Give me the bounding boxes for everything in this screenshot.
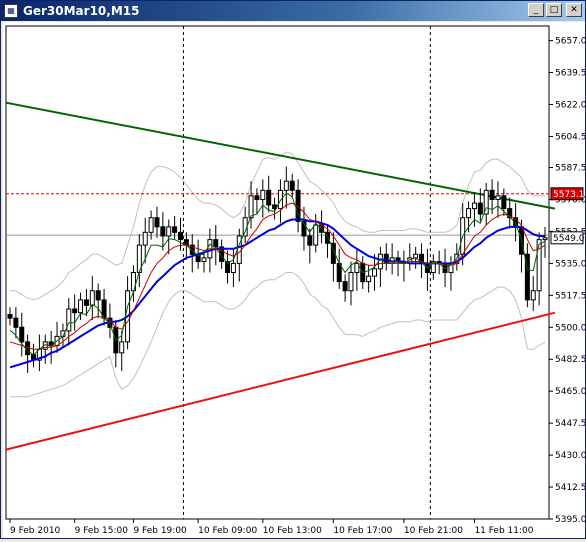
y-tick-label: 5465.0: [555, 387, 585, 397]
y-tick-label: 5500.0: [555, 323, 585, 333]
candle-body: [260, 189, 266, 200]
candle-body: [530, 290, 536, 301]
candle-body: [172, 226, 178, 233]
y-tick-label: 5482.5: [555, 355, 585, 365]
chart-app-icon[interactable]: ▦: [4, 4, 18, 18]
candle-body: [72, 308, 78, 314]
y-tick-label: 5535.0: [555, 259, 585, 269]
x-tick-label: 10 Feb 13:00: [263, 526, 322, 536]
y-tick-label: 5412.5: [555, 483, 585, 493]
candle-body: [7, 313, 13, 319]
candle-body: [160, 226, 166, 237]
y-tick-label: 5430.0: [555, 451, 585, 461]
window-title: Ger30Mar10,M15: [23, 4, 140, 18]
y-tick-label: 5587.5: [555, 164, 585, 174]
y-tick-label: 5517.5: [555, 291, 585, 301]
candle-body: [177, 231, 183, 241]
minimize-button[interactable]: _: [528, 3, 544, 17]
candle-body: [95, 290, 101, 301]
candle-body: [89, 290, 95, 306]
candle-body: [201, 257, 207, 263]
candle-body: [248, 195, 254, 219]
x-tick-label: 10 Feb 21:00: [404, 526, 463, 536]
price-label-0: 5573.1: [553, 190, 585, 200]
y-tick-label: 5657.0: [555, 37, 585, 47]
candle-body: [148, 217, 154, 233]
candle-body: [536, 239, 542, 292]
candle-body: [471, 202, 477, 210]
candle-body: [348, 272, 354, 292]
candle-body: [213, 239, 219, 248]
candle-body: [13, 317, 19, 328]
title-bar[interactable]: ▦ Ger30Mar10,M15 _ □ ✕: [1, 1, 585, 21]
candle-body: [313, 224, 319, 246]
chart-area[interactable]: 5657.05639.55622.05604.55587.55570.05552…: [3, 22, 586, 538]
chart-window: ▦ Ger30Mar10,M15 _ □ ✕ 5657.0 5639.5 5622.…: [0, 0, 586, 539]
y-tick-label: 5622.0: [555, 101, 585, 111]
candle-body: [154, 217, 160, 228]
candle-body: [254, 195, 260, 200]
candle-body: [501, 195, 507, 210]
x-tick-label: 10 Feb 17:00: [333, 526, 392, 536]
candle-body: [283, 180, 289, 191]
candle-body: [142, 231, 148, 246]
candle-body: [230, 262, 236, 274]
x-tick-label: 10 Feb 09:00: [198, 526, 257, 536]
candle-body: [19, 326, 25, 343]
x-tick-label: 9 Feb 15:00: [75, 526, 129, 536]
y-tick-label: 5639.5: [555, 69, 585, 79]
price-chart[interactable]: 5657.05639.55622.05604.55587.55570.05552…: [3, 22, 586, 538]
candle-body: [266, 189, 272, 206]
candle-body: [342, 281, 348, 292]
candle-body: [66, 308, 72, 332]
candle-body: [366, 275, 372, 283]
y-tick-label: 5447.5: [555, 419, 585, 429]
price-label-1: 5549.0: [553, 234, 585, 244]
candle-body: [78, 299, 84, 314]
candle-body: [542, 237, 548, 241]
candle-body: [119, 341, 125, 354]
candle-body: [83, 299, 89, 306]
plot-frame: [5, 25, 550, 520]
candle-body: [477, 202, 483, 215]
candle-body: [307, 235, 313, 246]
candle-body: [466, 208, 472, 219]
y-tick-label: 5604.5: [555, 132, 585, 142]
candle-body: [413, 253, 419, 259]
candle-body: [277, 189, 283, 210]
candle-body: [166, 226, 172, 237]
candle-body: [289, 180, 295, 191]
candle-body: [495, 195, 501, 200]
candle-body: [372, 268, 378, 277]
x-tick-label: 9 Feb 19:00: [133, 526, 187, 536]
y-tick-label: 5395.0: [555, 515, 585, 525]
x-tick-label: 9 Feb 2010: [10, 526, 61, 536]
maximize-button[interactable]: □: [546, 3, 562, 17]
x-tick-label: 11 Feb 11:00: [474, 526, 533, 536]
close-button[interactable]: ✕: [566, 3, 582, 17]
candle-body: [489, 189, 495, 200]
